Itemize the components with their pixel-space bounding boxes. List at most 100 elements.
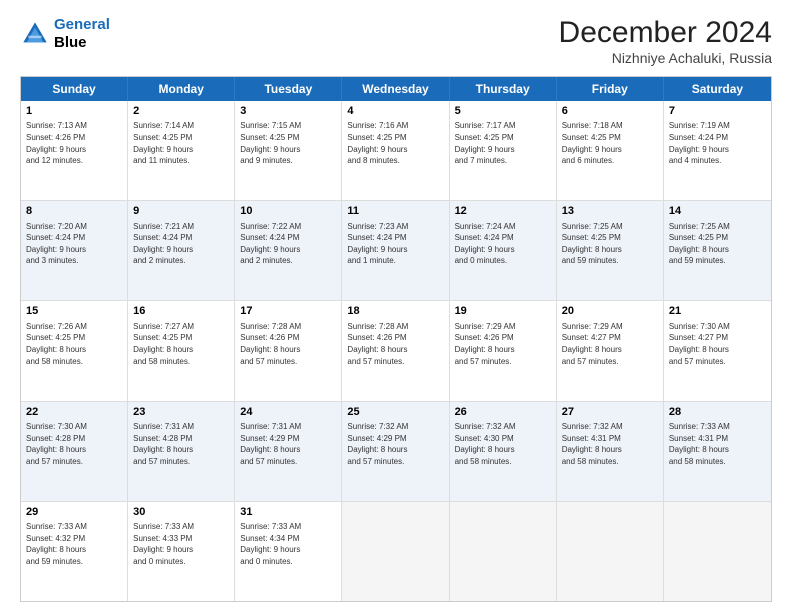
day-info: Sunrise: 7:32 AM Sunset: 4:30 PM Dayligh… [455, 421, 551, 467]
table-row: 23Sunrise: 7:31 AM Sunset: 4:28 PM Dayli… [128, 402, 235, 501]
day-number: 21 [669, 304, 766, 319]
header-thursday: Thursday [450, 77, 557, 101]
day-info: Sunrise: 7:27 AM Sunset: 4:25 PM Dayligh… [133, 321, 229, 367]
table-row [342, 502, 449, 601]
day-number: 12 [455, 204, 551, 219]
day-info: Sunrise: 7:16 AM Sunset: 4:25 PM Dayligh… [347, 120, 443, 166]
table-row: 2Sunrise: 7:14 AM Sunset: 4:25 PM Daylig… [128, 101, 235, 200]
day-number: 16 [133, 304, 229, 319]
table-row: 5Sunrise: 7:17 AM Sunset: 4:25 PM Daylig… [450, 101, 557, 200]
day-info: Sunrise: 7:21 AM Sunset: 4:24 PM Dayligh… [133, 221, 229, 267]
day-number: 11 [347, 204, 443, 219]
location-title: Nizhniye Achaluki, Russia [559, 50, 772, 66]
day-info: Sunrise: 7:13 AM Sunset: 4:26 PM Dayligh… [26, 120, 122, 166]
day-info: Sunrise: 7:28 AM Sunset: 4:26 PM Dayligh… [240, 321, 336, 367]
table-row: 17Sunrise: 7:28 AM Sunset: 4:26 PM Dayli… [235, 301, 342, 400]
day-number: 31 [240, 505, 336, 520]
day-number: 5 [455, 104, 551, 119]
table-row: 20 Sunrise: 7:29 AM Sunset: 4:27 PM Dayli… [557, 301, 664, 400]
header-friday: Friday [557, 77, 664, 101]
table-row: 19 Sunrise: 7:29 AM Sunset: 4:26 PM Dayli… [450, 301, 557, 400]
day-number: 9 [133, 204, 229, 219]
day-info: Sunrise: 7:28 AM Sunset: 4:26 PM Dayligh… [347, 321, 443, 367]
logo-blue: Blue [54, 34, 87, 51]
day-number: 6 [562, 104, 658, 119]
day-number: 13 [562, 204, 658, 219]
calendar-row: 8 Sunrise: 7:20 AM Sunset: 4:24 PM Daylig… [21, 201, 771, 301]
table-row: 31Sunrise: 7:33 AM Sunset: 4:34 PM Dayli… [235, 502, 342, 601]
table-row: 4Sunrise: 7:16 AM Sunset: 4:25 PM Daylig… [342, 101, 449, 200]
table-row: 11 Sunrise: 7:23 AM Sunset: 4:24 PM Dayli… [342, 201, 449, 300]
header-wednesday: Wednesday [342, 77, 449, 101]
day-info: Sunrise: 7:24 AM Sunset: 4:24 PM Dayligh… [455, 221, 551, 267]
day-info: Sunrise: 7:22 AM Sunset: 4:24 PM Dayligh… [240, 221, 336, 267]
header-monday: Monday [128, 77, 235, 101]
table-row [450, 502, 557, 601]
table-row: 18 Sunrise: 7:28 AM Sunset: 4:26 PM Dayli… [342, 301, 449, 400]
header: General Blue December 2024 Nizhniye Acha… [20, 16, 772, 66]
calendar-row: 15 Sunrise: 7:26 AM Sunset: 4:25 PM Dayli… [21, 301, 771, 401]
day-info: Sunrise: 7:31 AM Sunset: 4:28 PM Dayligh… [133, 421, 229, 467]
day-number: 29 [26, 505, 122, 520]
logo-general: General [54, 16, 110, 33]
calendar: Sunday Monday Tuesday Wednesday Thursday… [20, 76, 772, 602]
day-number: 15 [26, 304, 122, 319]
day-info: Sunrise: 7:33 AM Sunset: 4:33 PM Dayligh… [133, 521, 229, 567]
table-row: 27Sunrise: 7:32 AM Sunset: 4:31 PM Dayli… [557, 402, 664, 501]
day-number: 27 [562, 405, 658, 420]
header-tuesday: Tuesday [235, 77, 342, 101]
month-title: December 2024 [559, 16, 772, 50]
calendar-row: 29Sunrise: 7:33 AM Sunset: 4:32 PM Dayli… [21, 502, 771, 601]
logo-icon [20, 19, 50, 49]
table-row: 6Sunrise: 7:18 AM Sunset: 4:25 PM Daylig… [557, 101, 664, 200]
page: General Blue December 2024 Nizhniye Acha… [0, 0, 792, 612]
table-row [664, 502, 771, 601]
day-info: Sunrise: 7:20 AM Sunset: 4:24 PM Dayligh… [26, 221, 122, 267]
day-number: 26 [455, 405, 551, 420]
day-number: 25 [347, 405, 443, 420]
day-info: Sunrise: 7:25 AM Sunset: 4:25 PM Dayligh… [562, 221, 658, 267]
day-info: Sunrise: 7:23 AM Sunset: 4:24 PM Dayligh… [347, 221, 443, 267]
day-number: 19 [455, 304, 551, 319]
day-number: 2 [133, 104, 229, 119]
table-row [557, 502, 664, 601]
table-row: 13 Sunrise: 7:25 AM Sunset: 4:25 PM Dayli… [557, 201, 664, 300]
day-number: 23 [133, 405, 229, 420]
day-number: 7 [669, 104, 766, 119]
day-number: 20 [562, 304, 658, 319]
header-saturday: Saturday [664, 77, 771, 101]
day-info: Sunrise: 7:33 AM Sunset: 4:34 PM Dayligh… [240, 521, 336, 567]
day-number: 18 [347, 304, 443, 319]
day-info: Sunrise: 7:32 AM Sunset: 4:29 PM Dayligh… [347, 421, 443, 467]
day-number: 4 [347, 104, 443, 119]
table-row: 10Sunrise: 7:22 AM Sunset: 4:24 PM Dayli… [235, 201, 342, 300]
table-row: 15 Sunrise: 7:26 AM Sunset: 4:25 PM Dayli… [21, 301, 128, 400]
day-info: Sunrise: 7:26 AM Sunset: 4:25 PM Dayligh… [26, 321, 122, 367]
day-info: Sunrise: 7:29 AM Sunset: 4:26 PM Dayligh… [455, 321, 551, 367]
table-row: 1Sunrise: 7:13 AM Sunset: 4:26 PM Daylig… [21, 101, 128, 200]
table-row: 24Sunrise: 7:31 AM Sunset: 4:29 PM Dayli… [235, 402, 342, 501]
header-sunday: Sunday [21, 77, 128, 101]
table-row: 26Sunrise: 7:32 AM Sunset: 4:30 PM Dayli… [450, 402, 557, 501]
day-info: Sunrise: 7:17 AM Sunset: 4:25 PM Dayligh… [455, 120, 551, 166]
table-row: 22Sunrise: 7:30 AM Sunset: 4:28 PM Dayli… [21, 402, 128, 501]
day-number: 8 [26, 204, 122, 219]
calendar-body: 1Sunrise: 7:13 AM Sunset: 4:26 PM Daylig… [21, 101, 771, 601]
day-info: Sunrise: 7:19 AM Sunset: 4:24 PM Dayligh… [669, 120, 766, 166]
day-number: 28 [669, 405, 766, 420]
table-row: 3Sunrise: 7:15 AM Sunset: 4:25 PM Daylig… [235, 101, 342, 200]
day-info: Sunrise: 7:15 AM Sunset: 4:25 PM Dayligh… [240, 120, 336, 166]
table-row: 12 Sunrise: 7:24 AM Sunset: 4:24 PM Dayli… [450, 201, 557, 300]
day-info: Sunrise: 7:33 AM Sunset: 4:32 PM Dayligh… [26, 521, 122, 567]
logo-text: General Blue [54, 16, 110, 52]
table-row: 14Sunrise: 7:25 AM Sunset: 4:25 PM Dayli… [664, 201, 771, 300]
day-info: Sunrise: 7:29 AM Sunset: 4:27 PM Dayligh… [562, 321, 658, 367]
day-number: 30 [133, 505, 229, 520]
logo: General Blue [20, 16, 110, 52]
table-row: 25Sunrise: 7:32 AM Sunset: 4:29 PM Dayli… [342, 402, 449, 501]
table-row: 30Sunrise: 7:33 AM Sunset: 4:33 PM Dayli… [128, 502, 235, 601]
calendar-row: 1Sunrise: 7:13 AM Sunset: 4:26 PM Daylig… [21, 101, 771, 201]
day-info: Sunrise: 7:33 AM Sunset: 4:31 PM Dayligh… [669, 421, 766, 467]
day-number: 24 [240, 405, 336, 420]
day-number: 1 [26, 104, 122, 119]
